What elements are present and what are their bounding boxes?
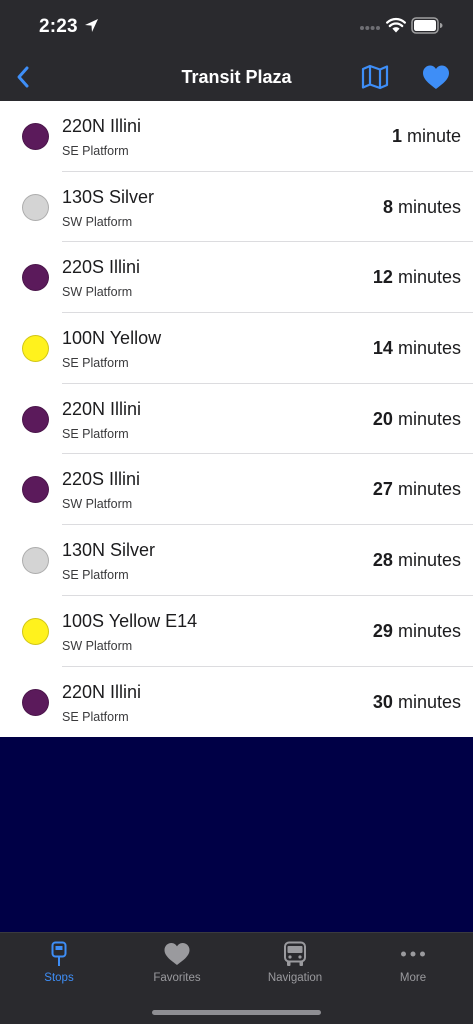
navigation-bar: Transit Plaza: [0, 52, 473, 101]
tab-navigation[interactable]: Navigation: [236, 933, 354, 993]
route-color-dot: [22, 405, 49, 433]
location-arrow-icon: [85, 19, 98, 32]
home-indicator: [152, 1010, 321, 1015]
departure-row[interactable]: 220N Illini SE Platform 1 minute: [0, 101, 473, 172]
route-name: 220S Illini: [62, 257, 141, 278]
platform-label: SE Platform: [62, 568, 129, 583]
signal-dots-icon: [360, 26, 380, 30]
eta-label: 29 minutes: [373, 621, 461, 642]
route-color-dot: [22, 617, 49, 645]
departure-row[interactable]: 100N Yellow SE Platform 14 minutes: [0, 313, 473, 384]
heart-icon: [163, 941, 191, 967]
eta-unit: minutes: [397, 620, 461, 641]
more-dots-icon: [399, 941, 427, 967]
eta-label: 30 minutes: [373, 692, 461, 713]
departure-list: 220N Illini SE Platform 1 minute 130S Silve…: [0, 101, 473, 738]
status-bar: 2:23: [0, 0, 473, 52]
eta-unit: minutes: [397, 691, 461, 712]
route-name: 100S Yellow E14: [62, 610, 198, 631]
eta-number: 12: [372, 267, 393, 288]
eta-unit: minutes: [397, 479, 461, 500]
eta-unit: minutes: [397, 550, 461, 571]
tab-label: Navigation: [267, 972, 323, 984]
bus-icon: [281, 941, 309, 967]
eta-number: 1: [391, 126, 402, 146]
eta-number: 29: [372, 620, 393, 641]
departure-row[interactable]: 220N Illini SE Platform 20 minutes: [0, 384, 473, 455]
battery-icon: [411, 17, 443, 34]
departure-row[interactable]: 220S Illini SW Platform 27 minutes: [0, 454, 473, 525]
route-name: 100N Yellow: [62, 328, 162, 349]
eta-label: 1 minute: [392, 126, 461, 147]
eta-label: 8 minutes: [383, 197, 461, 218]
platform-label: SE Platform: [62, 709, 129, 724]
route-color-dot: [22, 547, 49, 575]
departure-row[interactable]: 220S Illini SW Platform 12 minutes: [0, 242, 473, 313]
eta-number: 8: [382, 196, 393, 217]
page-title: Transit Plaza: [181, 67, 292, 87]
eta-number: 28: [372, 550, 393, 571]
eta-label: 14 minutes: [373, 338, 461, 359]
platform-label: SW Platform: [62, 214, 133, 229]
tab-bar: Stops Favorites Navigation More: [0, 932, 473, 1024]
route-color-dot: [22, 123, 49, 150]
tab-label: Stops: [44, 972, 74, 984]
eta-unit: minutes: [397, 196, 461, 217]
platform-label: SW Platform: [62, 285, 133, 300]
platform-label: SW Platform: [62, 497, 133, 512]
route-name: 130S Silver: [62, 186, 155, 207]
bus-stop-icon: [45, 941, 73, 967]
route-name: 220N Illini: [62, 398, 142, 419]
route-color-dot: [22, 476, 49, 504]
platform-label: SE Platform: [62, 356, 129, 371]
eta-label: 20 minutes: [373, 409, 461, 430]
platform-label: SW Platform: [62, 638, 133, 653]
eta-number: 30: [372, 691, 393, 712]
favorite-button[interactable]: [421, 64, 451, 90]
eta-label: 27 minutes: [373, 479, 461, 500]
departure-row[interactable]: 220N Illini SE Platform 30 minutes: [0, 667, 473, 738]
route-color-dot: [22, 335, 49, 363]
route-color-dot: [22, 688, 49, 716]
platform-label: SE Platform: [62, 426, 129, 441]
eta-unit: minute: [406, 126, 461, 146]
status-time: 2:23: [39, 16, 78, 37]
tab-label: Favorites: [153, 972, 201, 984]
eta-unit: minutes: [397, 408, 461, 429]
route-name: 220S Illini: [62, 469, 141, 490]
eta-number: 27: [372, 479, 393, 500]
eta-unit: minutes: [397, 338, 461, 359]
eta-number: 14: [372, 338, 393, 359]
eta-number: 20: [372, 408, 393, 429]
route-name: 220N Illini: [62, 681, 142, 702]
eta-label: 12 minutes: [373, 267, 461, 288]
departure-row[interactable]: 100S Yellow E14 SW Platform 29 minutes: [0, 596, 473, 667]
wifi-icon: [386, 17, 406, 33]
departure-row[interactable]: 130N Silver SE Platform 28 minutes: [0, 525, 473, 596]
route-color-dot: [22, 193, 49, 221]
eta-label: 28 minutes: [373, 550, 461, 571]
tab-favorites[interactable]: Favorites: [118, 933, 236, 993]
map-button[interactable]: [360, 63, 390, 91]
tab-stops[interactable]: Stops: [0, 933, 118, 993]
departure-row[interactable]: 130S Silver SW Platform 8 minutes: [0, 172, 473, 243]
tab-more[interactable]: More: [354, 933, 472, 993]
route-name: 220N Illini: [62, 116, 142, 136]
route-color-dot: [22, 264, 49, 292]
platform-label: SE Platform: [62, 144, 129, 158]
eta-unit: minutes: [397, 267, 461, 288]
tab-label: More: [399, 972, 427, 984]
route-name: 130N Silver: [62, 540, 156, 561]
